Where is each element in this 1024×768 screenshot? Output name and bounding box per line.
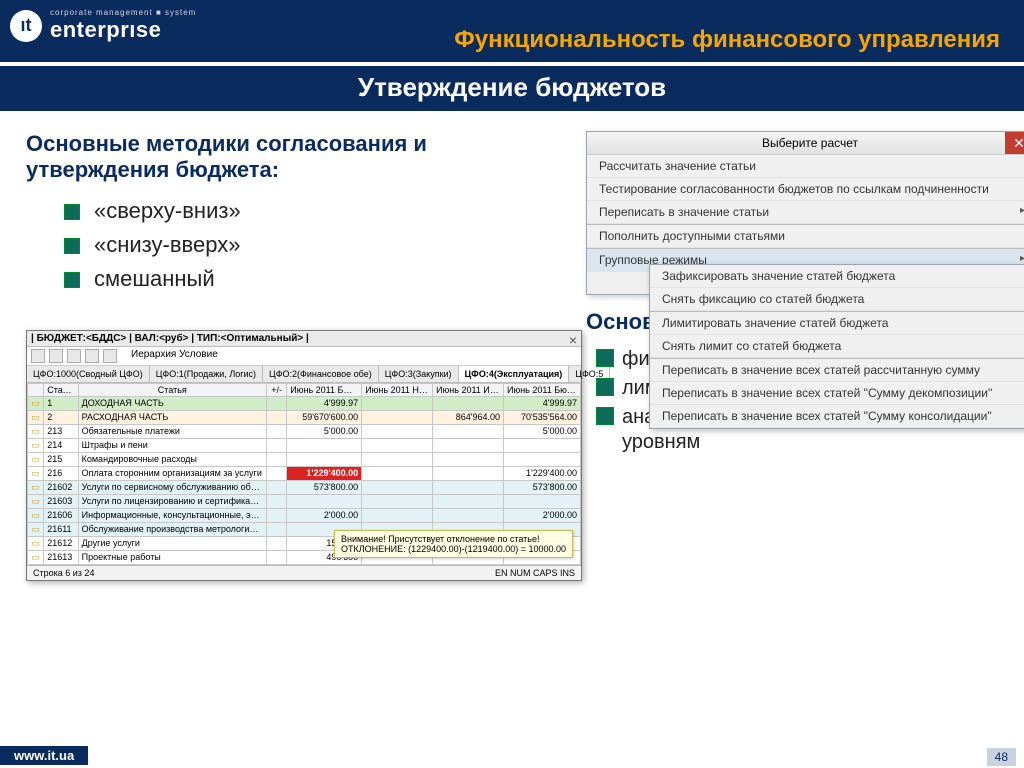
folder-icon: ▭ — [31, 412, 40, 422]
close-icon[interactable]: ✕ — [1005, 132, 1024, 154]
sheet-tabs: ЦФО:1000(Сводный ЦФО) ЦФО:1(Продажи, Лог… — [27, 366, 581, 383]
slide-header: corporate management ■ system enterprıse… — [0, 0, 1024, 62]
folder-icon: ▭ — [31, 426, 40, 436]
folder-icon: ▭ — [31, 454, 40, 464]
toolbar-icon[interactable] — [85, 349, 99, 363]
toolbar-icon[interactable] — [49, 349, 63, 363]
context-menu: Выберите расчет ✕ Рассчитать значение ст… — [586, 131, 1024, 295]
table-row[interactable]: ▭215Командировочные расходы — [28, 452, 581, 466]
popup-title: Выберите расчет ✕ — [587, 132, 1024, 155]
sub-header: Утверждение бюджетов — [0, 64, 1024, 111]
folder-icon: ▭ — [31, 552, 40, 562]
footer: www.it.ua 48 — [0, 746, 1024, 768]
sheet-tab[interactable]: ЦФО:1000(Сводный ЦФО) — [27, 366, 150, 382]
table-row[interactable]: ▭21602Услуги по сервисному обслуживанию … — [28, 480, 581, 494]
submenu: Зафиксировать значение статей бюджета Сн… — [649, 264, 1024, 429]
toolbar-icon[interactable] — [103, 349, 117, 363]
warning-tooltip: Внимание! Присутствует отклонение по ста… — [334, 530, 573, 558]
folder-icon: ▭ — [31, 524, 40, 534]
menu-item[interactable]: Тестирование согласованности бюджетов по… — [587, 178, 1024, 201]
folder-icon: ▭ — [31, 440, 40, 450]
menu-item[interactable]: Переписать в значение всех статей "Сумму… — [650, 382, 1024, 405]
sheet-tab[interactable]: ЦФО:4(Эксплуатация) — [459, 366, 570, 382]
folder-icon: ▭ — [31, 482, 40, 492]
sheet-title: | БЮДЖЕТ:<БДДС> | ВАЛ:<руб> | ТИП:<Оптим… — [31, 333, 309, 344]
table-row[interactable]: ▭21603Услуги по лицензированию и сертифи… — [28, 494, 581, 508]
logo-icon — [10, 10, 42, 42]
menu-item[interactable]: Зафиксировать значение статей бюджета — [650, 265, 1024, 288]
footer-url: www.it.ua — [0, 746, 88, 765]
menu-item[interactable]: Переписать в значение всех статей "Сумму… — [650, 405, 1024, 428]
logo-title: enterprıse — [50, 17, 196, 43]
list-item: смешанный — [70, 262, 566, 296]
status-right: EN NUM CAPS INS — [495, 568, 575, 578]
toolbar: Иерархия Условие — [27, 347, 581, 366]
folder-icon: ▭ — [31, 398, 40, 408]
menu-item[interactable]: Снять лимит со статей бюджета — [650, 335, 1024, 358]
toolbar-text: Иерархия Условие — [131, 349, 218, 363]
menu-item[interactable]: Пополнить доступными статьями — [587, 224, 1024, 248]
folder-icon: ▭ — [31, 538, 40, 548]
toolbar-icon[interactable] — [67, 349, 81, 363]
menu-item[interactable]: Рассчитать значение статьи — [587, 155, 1024, 178]
page-number: 48 — [987, 748, 1016, 766]
menu-item[interactable]: Лимитировать значение статей бюджета — [650, 311, 1024, 335]
header-title: Функциональность финансового управления — [454, 26, 1000, 54]
list-item: «сверху-вниз» — [70, 194, 566, 228]
folder-icon: ▭ — [31, 468, 40, 478]
table-row[interactable]: ▭2РАСХОДНАЯ ЧАСТЬ59'670'600.00864'964.00… — [28, 410, 581, 424]
spreadsheet-screenshot: | БЮДЖЕТ:<БДДС> | ВАЛ:<руб> | ТИП:<Оптим… — [26, 330, 582, 581]
toolbar-icon[interactable] — [31, 349, 45, 363]
table-row[interactable]: ▭216Оплата сторонним организациям за усл… — [28, 466, 581, 480]
status-left: Строка 6 из 24 — [33, 568, 94, 578]
table-row[interactable]: ▭1ДОХОДНАЯ ЧАСТЬ4'999.974'999.97 — [28, 396, 581, 410]
folder-icon: ▭ — [31, 496, 40, 506]
close-icon[interactable]: × — [569, 332, 577, 348]
logo: corporate management ■ system enterprıse — [10, 8, 196, 43]
list-item: «снизу-вверх» — [70, 228, 566, 262]
menu-item[interactable]: Переписать в значение всех статей рассчи… — [650, 358, 1024, 382]
table-row[interactable]: ▭214Штрафы и пени — [28, 438, 581, 452]
folder-icon: ▭ — [31, 510, 40, 520]
menu-item[interactable]: Переписать в значение статьи — [587, 201, 1024, 224]
logo-subtitle: corporate management ■ system — [50, 8, 196, 17]
table-row[interactable]: ▭21606Информационные, консультационные, … — [28, 508, 581, 522]
sheet-tab[interactable]: ЦФО:2(Финансовое обе) — [263, 366, 379, 382]
left-heading: Основные методики согласования и утвержд… — [26, 131, 566, 184]
sheet-tab[interactable]: ЦФО:1(Продажи, Логис) — [150, 366, 263, 382]
menu-item[interactable]: Снять фиксацию со статей бюджета — [650, 288, 1024, 311]
methods-list: «сверху-вниз» «снизу-вверх» смешанный — [70, 194, 566, 296]
table-row[interactable]: ▭213Обязательные платежи5'000.005'000.00 — [28, 424, 581, 438]
sheet-tab[interactable]: ЦФО:3(Закупки) — [379, 366, 459, 382]
